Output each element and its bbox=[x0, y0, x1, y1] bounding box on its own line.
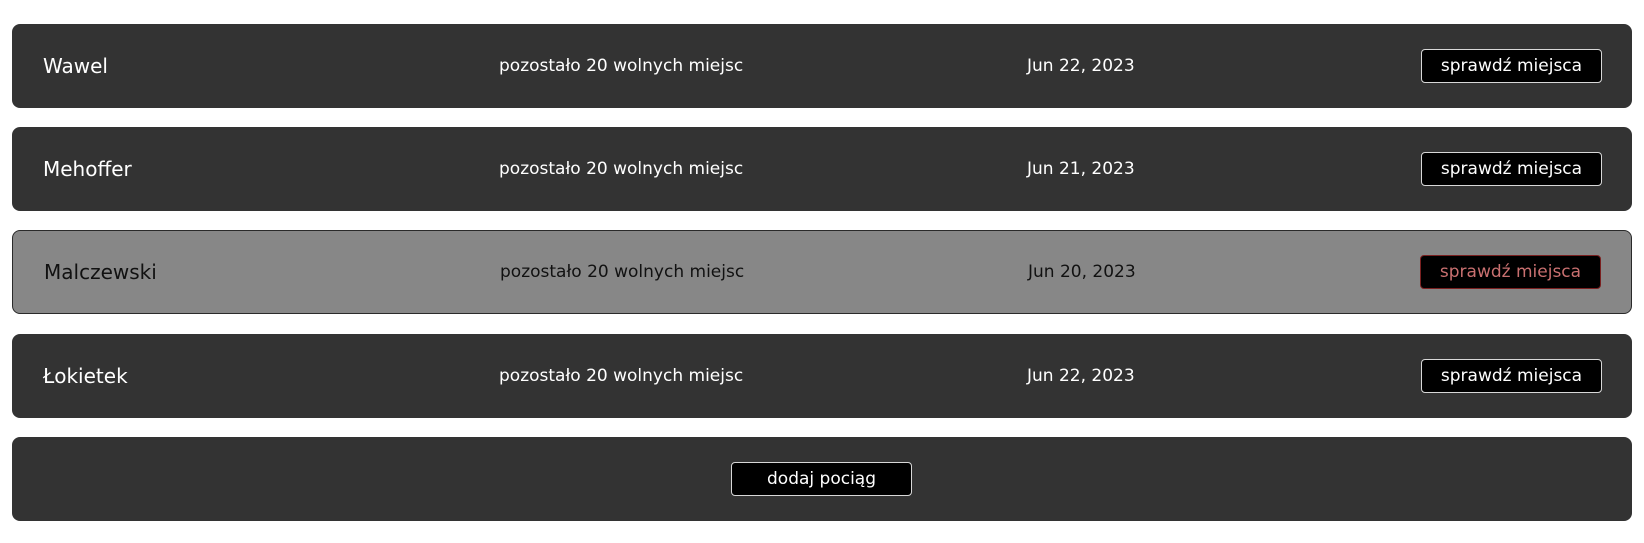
train-name: Wawel bbox=[43, 54, 108, 78]
train-date: Jun 22, 2023 bbox=[1027, 366, 1135, 386]
check-seats-button[interactable]: sprawdź miejsca bbox=[1421, 49, 1602, 83]
train-row-malczewski: Malczewski pozostało 20 wolnych miejsc J… bbox=[12, 230, 1632, 314]
train-date: Jun 20, 2023 bbox=[1028, 262, 1136, 282]
train-name: Łokietek bbox=[43, 364, 128, 388]
check-seats-button[interactable]: sprawdź miejsca bbox=[1421, 152, 1602, 186]
train-list: Wawel pozostało 20 wolnych miejsc Jun 22… bbox=[0, 0, 1644, 543]
free-seats-text: pozostało 20 wolnych miejsc bbox=[499, 56, 744, 76]
free-seats-text: pozostało 20 wolnych miejsc bbox=[500, 262, 745, 282]
train-name: Malczewski bbox=[44, 260, 157, 284]
train-date: Jun 21, 2023 bbox=[1027, 159, 1135, 179]
add-train-row: dodaj pociąg bbox=[12, 437, 1632, 521]
free-seats-text: pozostało 20 wolnych miejsc bbox=[499, 366, 744, 386]
free-seats-text: pozostało 20 wolnych miejsc bbox=[499, 159, 744, 179]
train-name: Mehoffer bbox=[43, 157, 132, 181]
train-row-mehoffer: Mehoffer pozostało 20 wolnych miejsc Jun… bbox=[12, 127, 1632, 211]
check-seats-button[interactable]: sprawdź miejsca bbox=[1421, 359, 1602, 393]
check-seats-button[interactable]: sprawdź miejsca bbox=[1420, 255, 1601, 289]
add-train-button[interactable]: dodaj pociąg bbox=[731, 462, 912, 496]
train-row-lokietek: Łokietek pozostało 20 wolnych miejsc Jun… bbox=[12, 334, 1632, 418]
train-date: Jun 22, 2023 bbox=[1027, 56, 1135, 76]
train-row-wawel: Wawel pozostało 20 wolnych miejsc Jun 22… bbox=[12, 24, 1632, 108]
